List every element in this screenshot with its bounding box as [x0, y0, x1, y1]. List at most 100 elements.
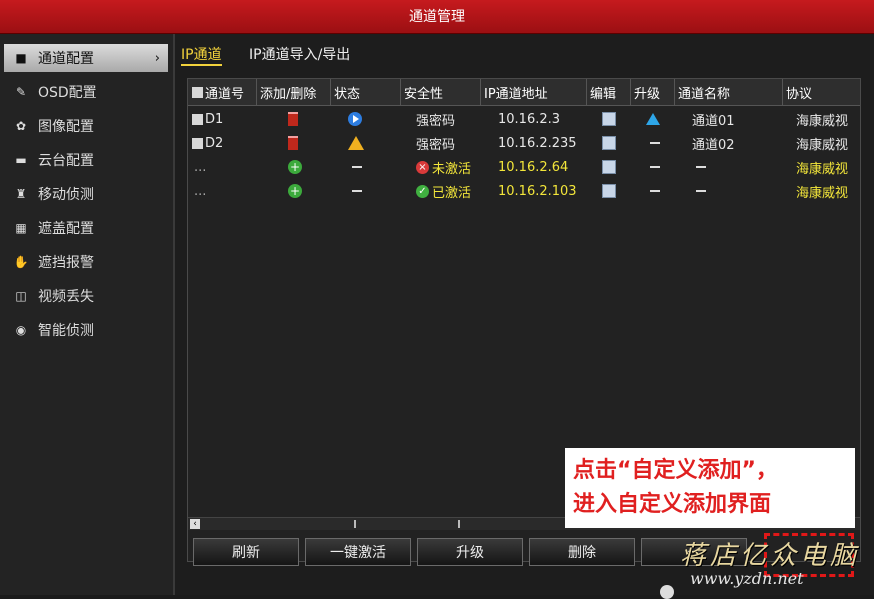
dash-icon — [352, 155, 362, 179]
dash-icon — [650, 131, 660, 155]
sidebar-item-label: 遮盖配置 — [38, 221, 94, 237]
smart-icon: ◉ — [15, 323, 27, 337]
ptz-icon: ▬ — [15, 153, 27, 167]
header-upgrade[interactable]: 升级 — [634, 79, 674, 105]
watermark-text: 蒋店亿众电脑 — [680, 541, 861, 571]
watermark-url: www.yzdn.net — [690, 569, 804, 588]
mask-icon: ▦ — [15, 221, 27, 235]
table-header-row: 通道号 添加/删除 状态 安全性 IP通道地址 编辑 升级 通道名称 协议 — [188, 79, 860, 106]
row-security: ✓ 已激活 — [416, 179, 471, 203]
camera-icon: ■ — [15, 51, 27, 65]
select-all-checkbox[interactable] — [192, 86, 203, 98]
row-checkbox[interactable] — [192, 113, 203, 125]
row-security: 强密码 — [416, 137, 456, 153]
edit-icon[interactable] — [602, 155, 616, 179]
warning-status-icon — [348, 131, 364, 155]
header-status[interactable]: 状态 — [334, 79, 400, 105]
sidebar-item-label: 遮挡报警 — [38, 255, 94, 271]
row-protocol: 海康威视 — [796, 161, 849, 177]
motion-icon: ♜ — [15, 187, 27, 201]
header-channel-name[interactable]: 通道名称 — [678, 79, 778, 105]
dash-icon — [696, 155, 706, 179]
row-name: 通道02 — [692, 137, 735, 153]
upgrade-icon[interactable] — [646, 107, 660, 131]
edit-icon[interactable] — [602, 107, 616, 131]
callout-line-2: 进入自定义添加界面 — [573, 492, 772, 517]
sidebar-item-label: 移动侦测 — [38, 187, 94, 203]
tab-bar: IP通道 IP通道导入/导出 — [175, 42, 874, 68]
header-security[interactable]: 安全性 — [404, 79, 478, 105]
table-row[interactable]: D2 强密码 10.16.2.235 通道02 海康威视 — [188, 131, 860, 155]
window-title: 通道管理 — [0, 0, 874, 34]
edit-icon[interactable] — [602, 131, 616, 155]
sidebar-item-channel-config[interactable]: ■ 通道配置 › — [4, 44, 168, 72]
hand-icon: ✋ — [13, 255, 29, 269]
dash-icon — [352, 179, 362, 203]
dash-icon — [650, 155, 660, 179]
scroll-left-icon[interactable]: ‹ — [190, 519, 200, 529]
osd-icon: ✎ — [15, 85, 27, 99]
sidebar-item-mask-config[interactable]: ▦ 遮盖配置 — [4, 214, 168, 242]
row-protocol: 海康威视 — [796, 137, 849, 153]
chevron-right-icon: › — [154, 50, 160, 66]
header-edit[interactable]: 编辑 — [590, 79, 626, 105]
instruction-callout: 点击“自定义添加”， 进入自定义添加界面 — [565, 448, 855, 528]
sidebar-item-label: 云台配置 — [38, 153, 94, 169]
table-row[interactable]: D1 强密码 10.16.2.3 通道01 海康威视 — [188, 107, 860, 131]
sidebar-item-label: 智能侦测 — [38, 323, 94, 339]
row-channel: D1 — [192, 107, 223, 131]
row-protocol: 海康威视 — [796, 185, 849, 201]
header-ip-address[interactable]: IP通道地址 — [484, 79, 584, 105]
inactive-icon: × — [416, 160, 429, 174]
delete-icon[interactable] — [288, 131, 298, 155]
edit-icon[interactable] — [602, 179, 616, 203]
add-icon[interactable]: + — [288, 155, 302, 179]
sidebar-item-label: OSD配置 — [38, 85, 97, 101]
row-ip: 10.16.2.103 — [498, 183, 577, 199]
header-channel[interactable]: 通道号 — [192, 79, 256, 105]
sidebar-item-image-config[interactable]: ✿ 图像配置 — [4, 112, 168, 140]
header-protocol[interactable]: 协议 — [786, 79, 856, 105]
row-security: 强密码 — [416, 113, 456, 129]
refresh-button[interactable]: 刷新 — [193, 538, 299, 566]
sidebar-item-video-loss[interactable]: ◫ 视频丢失 — [4, 282, 168, 310]
upgrade-button[interactable]: 升级 — [417, 538, 523, 566]
tab-ip-channel[interactable]: IP通道 — [181, 44, 222, 66]
watermark: 蒋店亿众电脑 www.yzdn.net — [680, 535, 870, 591]
table-row[interactable]: ... + × 未激活 10.16.2.64 海康威视 — [188, 155, 860, 179]
callout-line-1: 点击“自定义添加”， — [573, 458, 778, 483]
header-add-delete[interactable]: 添加/删除 — [260, 79, 330, 105]
play-status-icon — [348, 107, 362, 131]
active-icon: ✓ — [416, 184, 429, 198]
dash-icon — [650, 179, 660, 203]
image-icon: ✿ — [15, 119, 27, 133]
activate-all-button[interactable]: 一键激活 — [305, 538, 411, 566]
add-icon[interactable]: + — [288, 179, 302, 203]
row-channel: ... — [194, 183, 207, 199]
table-row[interactable]: ... + ✓ 已激活 10.16.2.103 海康威视 — [188, 179, 860, 203]
row-ip: 10.16.2.3 — [498, 111, 561, 127]
sidebar-item-label: 图像配置 — [38, 119, 94, 135]
sidebar-item-label: 通道配置 — [38, 51, 94, 67]
sidebar-item-label: 视频丢失 — [38, 289, 94, 305]
tab-ip-import-export[interactable]: IP通道导入/导出 — [249, 44, 350, 64]
delete-button[interactable]: 删除 — [529, 538, 635, 566]
delete-icon[interactable] — [288, 107, 298, 131]
cursor-icon — [660, 585, 674, 599]
row-ip: 10.16.2.64 — [498, 159, 569, 175]
row-security: × 未激活 — [416, 155, 471, 179]
sidebar-item-tamper-alarm[interactable]: ✋ 遮挡报警 — [4, 248, 168, 276]
row-name: 通道01 — [692, 113, 735, 129]
sidebar: ■ 通道配置 › ✎ OSD配置 ✿ 图像配置 ▬ 云台配置 ♜ 移动侦测 ▦ … — [0, 34, 175, 595]
row-channel: ... — [194, 159, 207, 175]
sidebar-item-ptz-config[interactable]: ▬ 云台配置 — [4, 146, 168, 174]
sidebar-item-motion-detect[interactable]: ♜ 移动侦测 — [4, 180, 168, 208]
sidebar-item-smart-detect[interactable]: ◉ 智能侦测 — [4, 316, 168, 344]
row-checkbox[interactable] — [192, 137, 203, 149]
row-ip: 10.16.2.235 — [498, 135, 577, 151]
video-lost-icon: ◫ — [15, 289, 27, 303]
sidebar-item-osd-config[interactable]: ✎ OSD配置 — [4, 78, 168, 106]
row-channel: D2 — [192, 131, 223, 155]
dash-icon — [696, 179, 706, 203]
row-protocol: 海康威视 — [796, 113, 849, 129]
